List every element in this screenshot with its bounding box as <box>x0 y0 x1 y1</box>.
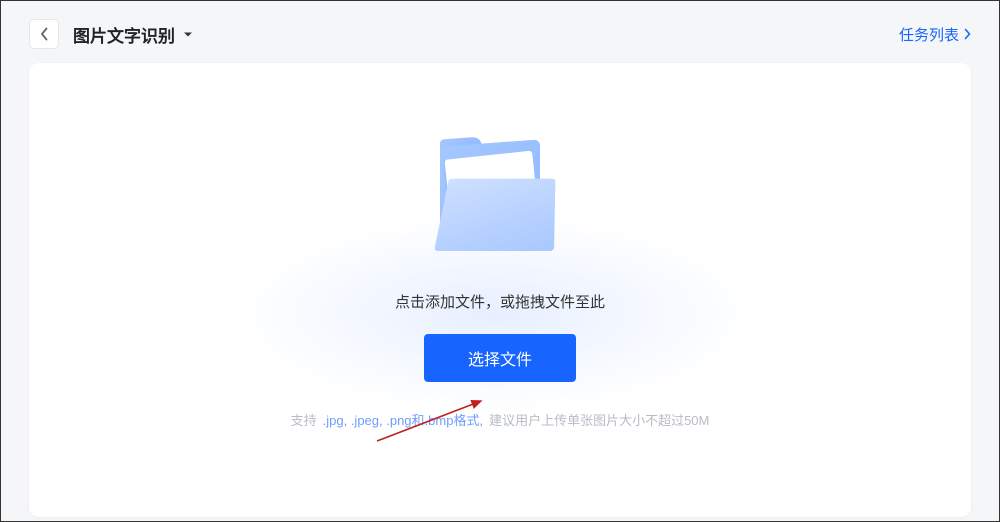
header-left: 图片文字识别 <box>29 19 193 49</box>
upload-instruction: 点击添加文件，或拖拽文件至此 <box>395 291 605 312</box>
upload-hint: 支持 .jpg, .jpeg, .png和.bmp格式, 建议用户上传单张图片大… <box>291 410 710 429</box>
content-card: 点击添加文件，或拖拽文件至此 选择文件 支持 .jpg, .jpeg, .png… <box>29 63 971 517</box>
page-title-text: 图片文字识别 <box>73 22 175 47</box>
select-file-button[interactable]: 选择文件 <box>424 334 576 382</box>
caret-down-icon <box>183 31 193 38</box>
page-title-dropdown[interactable]: 图片文字识别 <box>73 22 193 47</box>
task-list-link[interactable]: 任务列表 <box>899 24 971 45</box>
folder-icon <box>430 141 570 271</box>
hint-prefix: 支持 <box>291 410 317 429</box>
back-button[interactable] <box>29 19 59 49</box>
header: 图片文字识别 任务列表 <box>1 1 999 63</box>
upload-dropzone[interactable]: 点击添加文件，或拖拽文件至此 选择文件 支持 .jpg, .jpeg, .png… <box>29 63 971 429</box>
hint-formats: .jpg, .jpeg, .png和.bmp格式, <box>323 410 483 429</box>
task-list-label: 任务列表 <box>899 24 959 45</box>
chevron-right-icon <box>964 28 971 40</box>
chevron-left-icon <box>40 27 48 41</box>
hint-suffix: 建议用户上传单张图片大小不超过50M <box>489 410 709 429</box>
